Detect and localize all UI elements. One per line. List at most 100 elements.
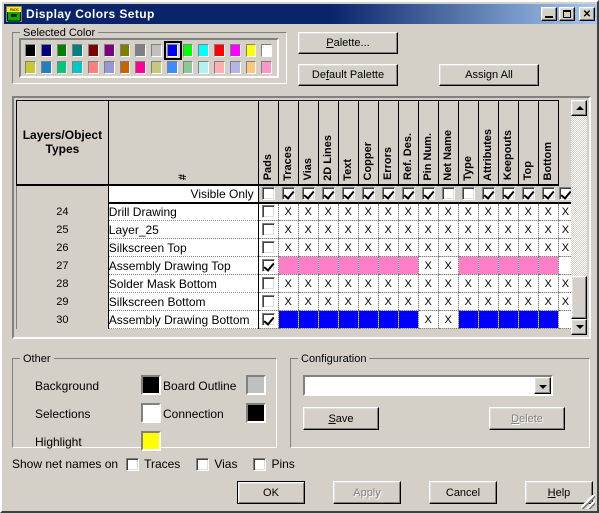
background-color-swatch[interactable]: [141, 375, 161, 395]
chevron-down-icon[interactable]: [534, 377, 551, 394]
column-header-attributes[interactable]: Attributes: [477, 100, 499, 186]
unassigned-cell[interactable]: X: [277, 292, 299, 311]
net-names-pins-option[interactable]: Pins: [253, 457, 295, 471]
unassigned-cell[interactable]: X: [517, 238, 539, 257]
palette-swatch[interactable]: [181, 59, 197, 76]
visible-only-checkbox[interactable]: [301, 187, 315, 200]
unassigned-cell[interactable]: X: [437, 202, 459, 221]
visible-only-checkbox-cell[interactable]: [257, 184, 279, 204]
palette-swatch[interactable]: [228, 42, 244, 59]
column-header-ref-des[interactable]: Ref. Des.: [397, 100, 419, 186]
unassigned-cell[interactable]: X: [517, 274, 539, 293]
unassigned-cell[interactable]: X: [377, 202, 399, 221]
table-row[interactable]: 29 Silkscreen Bottom X X X X X X X X X X X X X X X: [16, 292, 573, 311]
row-enable-checkbox[interactable]: [261, 295, 275, 308]
palette-swatch[interactable]: [102, 59, 118, 76]
color-cell[interactable]: [377, 256, 399, 275]
unassigned-cell[interactable]: X: [477, 274, 499, 293]
layer-name[interactable]: Silkscreen Bottom: [107, 292, 259, 311]
row-enable-checkbox[interactable]: [261, 241, 275, 254]
palette-swatch[interactable]: [39, 59, 55, 76]
column-header-keepouts[interactable]: Keepouts: [497, 100, 519, 186]
unassigned-cell[interactable]: X: [437, 238, 459, 257]
palette-swatch[interactable]: [70, 42, 86, 59]
visible-only-checkbox[interactable]: [321, 187, 335, 200]
unassigned-cell[interactable]: X: [377, 238, 399, 257]
row-enable-checkbox[interactable]: [261, 313, 275, 326]
color-cell[interactable]: [277, 310, 299, 329]
unassigned-cell[interactable]: X: [337, 220, 359, 239]
unassigned-cell[interactable]: X: [317, 220, 339, 239]
layers-table-scrollbar[interactable]: [571, 100, 587, 335]
unassigned-cell[interactable]: X: [537, 292, 559, 311]
column-header-2d-lines[interactable]: 2D Lines: [317, 100, 339, 186]
unassigned-cell[interactable]: X: [457, 292, 479, 311]
unassigned-cell[interactable]: X: [537, 274, 559, 293]
maximize-button[interactable]: [559, 7, 575, 21]
color-cell[interactable]: [357, 310, 379, 329]
palette-swatch[interactable]: [23, 59, 39, 76]
unassigned-cell[interactable]: X: [537, 220, 559, 239]
unassigned-cell[interactable]: X: [357, 220, 379, 239]
unassigned-cell[interactable]: X: [297, 202, 319, 221]
palette-swatch[interactable]: [86, 42, 102, 59]
row-enable-checkbox[interactable]: [261, 223, 275, 236]
column-header-text[interactable]: Text: [337, 100, 359, 186]
palette-swatch[interactable]: [133, 42, 149, 59]
column-header-errors[interactable]: Errors: [377, 100, 399, 186]
color-cell[interactable]: [477, 256, 499, 275]
scrollbar-thumb[interactable]: [571, 276, 587, 319]
layer-name[interactable]: Assembly Drawing Top: [107, 256, 259, 275]
visible-only-checkbox-cell[interactable]: [517, 184, 539, 204]
visible-only-checkbox[interactable]: [461, 187, 475, 200]
unassigned-cell[interactable]: X: [317, 238, 339, 257]
palette-button[interactable]: Palette...: [298, 32, 398, 54]
palette-swatch[interactable]: [163, 41, 182, 60]
unassigned-cell[interactable]: X: [417, 292, 439, 311]
unassigned-cell[interactable]: X: [477, 220, 499, 239]
unassigned-cell[interactable]: X: [437, 310, 459, 329]
table-row[interactable]: 30 Assembly Drawing Bottom X X: [16, 310, 573, 329]
visible-only-checkbox[interactable]: [421, 187, 435, 200]
row-enable-checkbox-cell[interactable]: [257, 238, 279, 257]
palette-swatch[interactable]: [212, 42, 228, 59]
color-cell[interactable]: [497, 310, 519, 329]
unassigned-cell[interactable]: X: [517, 202, 539, 221]
save-button[interactable]: Save: [303, 407, 379, 430]
color-cell[interactable]: [337, 310, 359, 329]
color-cell[interactable]: [517, 310, 539, 329]
visible-only-checkbox[interactable]: [361, 187, 375, 200]
unassigned-cell[interactable]: X: [517, 220, 539, 239]
unassigned-cell[interactable]: X: [477, 238, 499, 257]
color-cell[interactable]: [537, 256, 559, 275]
unassigned-cell[interactable]: X: [297, 274, 319, 293]
color-cell[interactable]: [277, 256, 299, 275]
palette-swatch[interactable]: [165, 59, 181, 76]
color-cell[interactable]: [537, 310, 559, 329]
ok-button[interactable]: OK: [237, 481, 305, 504]
connection-color-swatch[interactable]: [246, 403, 266, 423]
unassigned-cell[interactable]: X: [277, 202, 299, 221]
visible-only-checkbox[interactable]: [521, 187, 535, 200]
color-cell[interactable]: [477, 310, 499, 329]
palette-swatch[interactable]: [118, 42, 134, 59]
visible-only-checkbox[interactable]: [501, 187, 515, 200]
unassigned-cell[interactable]: X: [417, 256, 439, 275]
unassigned-cell[interactable]: X: [417, 220, 439, 239]
configuration-input[interactable]: [305, 377, 534, 394]
row-enable-checkbox-cell[interactable]: [257, 202, 279, 221]
palette-swatch[interactable]: [133, 59, 149, 76]
unassigned-cell[interactable]: X: [437, 274, 459, 293]
net-names-traces-checkbox[interactable]: [126, 457, 140, 471]
minimize-button[interactable]: [541, 7, 557, 21]
palette-swatch[interactable]: [70, 59, 86, 76]
visible-only-checkbox-cell[interactable]: [317, 184, 339, 204]
unassigned-cell[interactable]: X: [437, 292, 459, 311]
unassigned-cell[interactable]: X: [337, 202, 359, 221]
layer-name[interactable]: Layer_25: [107, 220, 259, 239]
unassigned-cell[interactable]: X: [417, 238, 439, 257]
color-cell[interactable]: [377, 310, 399, 329]
color-palette[interactable]: [19, 38, 279, 78]
unassigned-cell[interactable]: X: [457, 274, 479, 293]
row-enable-checkbox[interactable]: [261, 259, 275, 272]
